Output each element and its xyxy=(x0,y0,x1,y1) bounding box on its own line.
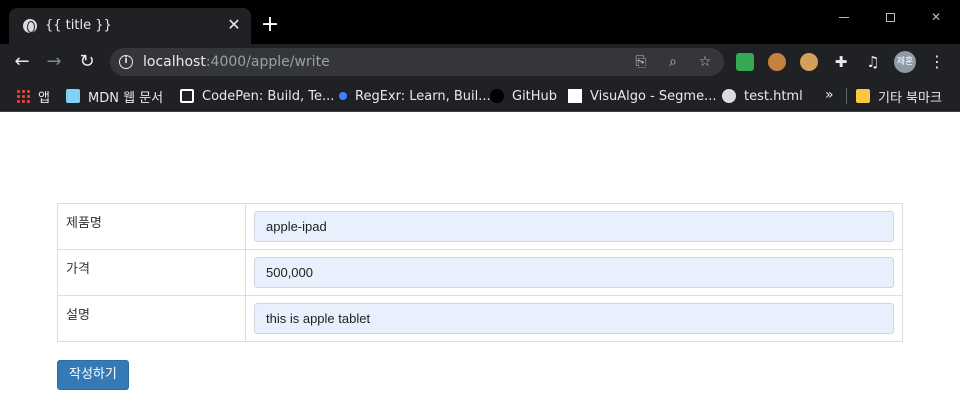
site-info-icon[interactable]: i xyxy=(119,55,133,69)
github-icon xyxy=(490,89,504,103)
url-text[interactable]: localhost:4000/apple/write xyxy=(143,54,330,70)
name-label: 제품명 xyxy=(57,203,246,250)
bookmark-regexr[interactable]: RegExr: Learn, Buil... xyxy=(336,87,491,105)
codepen-icon xyxy=(180,89,194,103)
bookmark-github[interactable]: GitHub xyxy=(490,87,557,105)
description-label: 설명 xyxy=(57,295,246,342)
browser-menu-icon[interactable]: ⋮ xyxy=(928,51,946,73)
price-label: 가격 xyxy=(57,249,246,296)
bookmark-other-folder[interactable]: 기타 북마크 xyxy=(856,87,942,106)
bookmark-label: MDN 웹 문서 xyxy=(88,90,164,106)
page-content: 제품명 가격 설명 작성하기 xyxy=(0,113,960,402)
extensions-puzzle-icon[interactable]: ✚ xyxy=(832,53,850,71)
bookmark-test-html[interactable]: test.html xyxy=(722,87,803,105)
bookmark-label: test.html xyxy=(744,88,803,104)
bookmark-label: CodePen: Build, Te... xyxy=(202,88,335,104)
visualgo-icon xyxy=(568,89,582,103)
bookmark-label: 기타 북마크 xyxy=(878,90,942,106)
bookmark-mdn[interactable]: MDN 웹 문서 xyxy=(66,87,164,106)
close-tab-icon[interactable]: ✕ xyxy=(225,16,243,34)
form-row-description: 설명 xyxy=(57,295,903,342)
bookmarks-overflow-button[interactable]: » xyxy=(825,86,834,104)
name-input[interactable] xyxy=(254,211,894,242)
bookmark-codepen[interactable]: CodePen: Build, Te... xyxy=(180,87,334,105)
reload-button[interactable]: ↻ xyxy=(75,50,99,74)
folder-icon xyxy=(856,89,870,103)
bookmark-label: 앱 xyxy=(38,90,50,106)
description-input[interactable] xyxy=(254,303,894,334)
price-input[interactable] xyxy=(254,257,894,288)
price-cell xyxy=(245,249,903,296)
form-row-name: 제품명 xyxy=(57,203,903,250)
url-path: :4000/apple/write xyxy=(205,54,330,70)
browser-toolbar: ← → ↻ i localhost:4000/apple/write ⎘ ⌕ ☆… xyxy=(0,44,960,80)
name-cell xyxy=(245,203,903,250)
address-bar[interactable]: i localhost:4000/apple/write ⎘ ⌕ ☆ xyxy=(110,48,724,76)
globe-icon xyxy=(722,89,736,103)
regexr-icon xyxy=(339,92,347,100)
bookmark-visualgo[interactable]: VisuAlgo - Segme... xyxy=(568,87,716,105)
extension-green-icon[interactable] xyxy=(736,53,754,71)
product-form-table: 제품명 가격 설명 xyxy=(57,203,903,342)
bookmark-apps[interactable]: 앱 xyxy=(16,87,50,106)
apps-grid-icon xyxy=(16,89,30,103)
window-close-button[interactable]: ✕ xyxy=(916,8,956,26)
bookmark-label: GitHub xyxy=(512,88,558,104)
forward-button[interactable]: → xyxy=(42,50,66,74)
bookmark-label: VisuAlgo - Segme... xyxy=(590,88,717,104)
maximize-icon xyxy=(885,13,895,22)
bookmarks-bar: 앱 MDN 웹 문서 CodePen: Build, Te... RegExr:… xyxy=(0,80,960,112)
description-cell xyxy=(245,295,903,342)
extension-cookie-icon[interactable] xyxy=(768,53,786,71)
submit-button[interactable]: 작성하기 xyxy=(57,360,129,390)
tab-title: {{ title }} xyxy=(45,18,112,33)
tab-strip: {{ title }} ✕ + ✕ xyxy=(0,0,960,44)
extension-cookie-editor-icon[interactable] xyxy=(800,53,818,71)
zoom-icon[interactable]: ⌕ xyxy=(664,53,682,71)
bookmark-label: RegExr: Learn, Buil... xyxy=(355,88,491,104)
globe-icon xyxy=(23,19,37,33)
browser-tab[interactable]: {{ title }} ✕ xyxy=(9,8,251,44)
back-button[interactable]: ← xyxy=(10,50,34,74)
bookmarks-divider xyxy=(846,88,847,104)
profile-avatar[interactable]: 제훈 xyxy=(894,51,916,73)
new-tab-button[interactable]: + xyxy=(260,14,280,36)
media-control-icon[interactable]: ♫ xyxy=(864,53,882,71)
minimize-icon xyxy=(839,17,849,18)
form-row-price: 가격 xyxy=(57,249,903,296)
mdn-icon xyxy=(66,89,80,103)
maximize-button[interactable] xyxy=(870,8,910,26)
url-host: localhost xyxy=(143,54,206,70)
minimize-button[interactable] xyxy=(824,8,864,26)
bookmark-star-icon[interactable]: ☆ xyxy=(696,53,714,71)
translate-icon[interactable]: ⎘ xyxy=(632,53,650,71)
